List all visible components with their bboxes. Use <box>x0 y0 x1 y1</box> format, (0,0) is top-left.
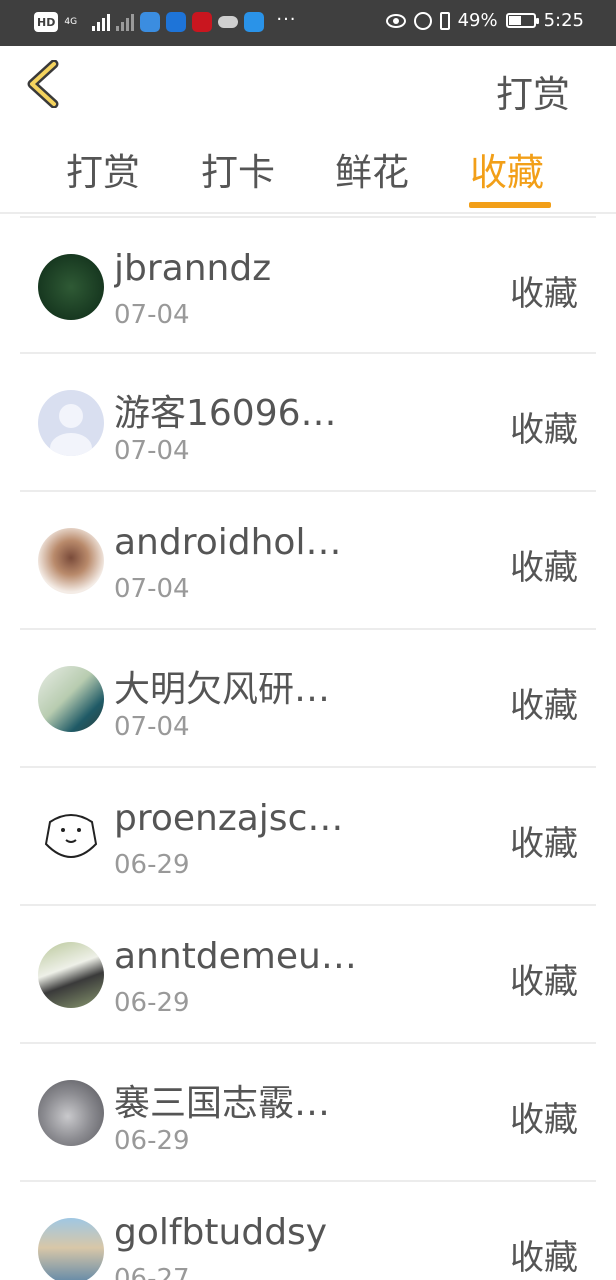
back-button[interactable] <box>24 59 64 109</box>
list-item[interactable]: golfbtuddsy 06-27 收藏 <box>20 1182 596 1280</box>
user-name: 褰三国志霰… <box>114 1083 331 1124</box>
favorite-action[interactable]: 收藏 <box>510 954 578 1003</box>
battery-icon <box>505 13 539 28</box>
tab-favorites[interactable]: 收藏 <box>470 142 544 196</box>
favorite-action[interactable]: 收藏 <box>510 816 578 865</box>
list-item[interactable]: proenzajsc… 06-29 收藏 <box>20 768 596 906</box>
user-name: 游客16096… <box>114 393 337 434</box>
more-notifications-icon: ··· <box>276 8 297 30</box>
user-name: proenzajsc… <box>114 798 344 839</box>
status-bar: HD 4G ··· 49% 5:25 <box>0 0 616 46</box>
item-date: 07-04 <box>114 436 190 466</box>
cartoon-cat-icon <box>44 814 98 858</box>
favorite-action[interactable]: 收藏 <box>510 266 578 315</box>
avatar <box>38 528 104 594</box>
send-notification-icon <box>244 12 265 32</box>
alarm-icon <box>413 11 432 30</box>
favorite-action[interactable]: 收藏 <box>510 402 578 451</box>
avatar <box>38 666 104 732</box>
status-bar-left: HD 4G ··· <box>34 8 297 32</box>
user-name: jbranndz <box>114 248 272 289</box>
tab-checkin[interactable]: 打卡 <box>201 142 275 196</box>
signal-icon <box>92 13 111 31</box>
user-name: 大明欠风研… <box>114 669 331 710</box>
avatar <box>38 1218 104 1280</box>
avatar <box>38 804 104 870</box>
item-date: 07-04 <box>114 712 190 742</box>
cloud-icon <box>218 16 239 28</box>
vibrate-icon <box>439 11 450 30</box>
tab-bar: 打赏 打卡 鲜花 收藏 <box>0 126 616 214</box>
list-item[interactable]: jbranndz 07-04 收藏 <box>20 216 596 354</box>
eye-comfort-icon <box>385 13 406 28</box>
item-date: 07-04 <box>114 574 190 604</box>
default-user-icon <box>50 404 92 456</box>
reward-button[interactable]: 打赏 <box>496 64 570 118</box>
header-bar: 打赏 <box>0 46 616 126</box>
app-notification-red-icon <box>192 12 213 32</box>
item-date: 06-27 <box>114 1264 190 1280</box>
favorite-action[interactable]: 收藏 <box>510 540 578 589</box>
tab-flowers[interactable]: 鲜花 <box>335 142 409 196</box>
favorite-action[interactable]: 收藏 <box>510 1230 578 1279</box>
avatar <box>38 1080 104 1146</box>
user-name: anntdemeu… <box>114 936 357 977</box>
bulb-notification-icon <box>166 12 187 32</box>
favorite-action[interactable]: 收藏 <box>510 1092 578 1141</box>
item-date: 06-29 <box>114 850 190 880</box>
list-item[interactable]: androidhol… 07-04 收藏 <box>20 492 596 630</box>
active-tab-indicator <box>469 202 551 208</box>
favorites-list: jbranndz 07-04 收藏 游客16096… 07-04 收藏 andr… <box>20 216 596 1280</box>
avatar <box>38 254 104 320</box>
favorite-action[interactable]: 收藏 <box>510 678 578 727</box>
network-type-icon: 4G <box>64 16 78 27</box>
item-date: 07-04 <box>114 300 190 330</box>
battery-percent: 49% <box>457 10 498 31</box>
list-item[interactable]: 褰三国志霰… 06-29 收藏 <box>20 1044 596 1182</box>
app-notification-icon <box>140 12 161 32</box>
list-item[interactable]: 游客16096… 07-04 收藏 <box>20 354 596 492</box>
clock: 5:25 <box>543 10 584 31</box>
tab-reward[interactable]: 打赏 <box>66 142 140 196</box>
avatar <box>38 390 104 456</box>
user-name: golfbtuddsy <box>114 1212 328 1253</box>
status-bar-right: 49% 5:25 <box>385 10 584 31</box>
signal-2-icon <box>116 13 135 31</box>
list-item[interactable]: anntdemeu… 06-29 收藏 <box>20 906 596 1044</box>
battery-fill <box>508 16 522 25</box>
hd-icon: HD <box>34 12 59 32</box>
chevron-left-icon <box>27 59 59 109</box>
item-date: 06-29 <box>114 1126 190 1156</box>
user-name: androidhol… <box>114 522 342 563</box>
avatar <box>38 942 104 1008</box>
item-date: 06-29 <box>114 988 190 1018</box>
list-item[interactable]: 大明欠风研… 07-04 收藏 <box>20 630 596 768</box>
